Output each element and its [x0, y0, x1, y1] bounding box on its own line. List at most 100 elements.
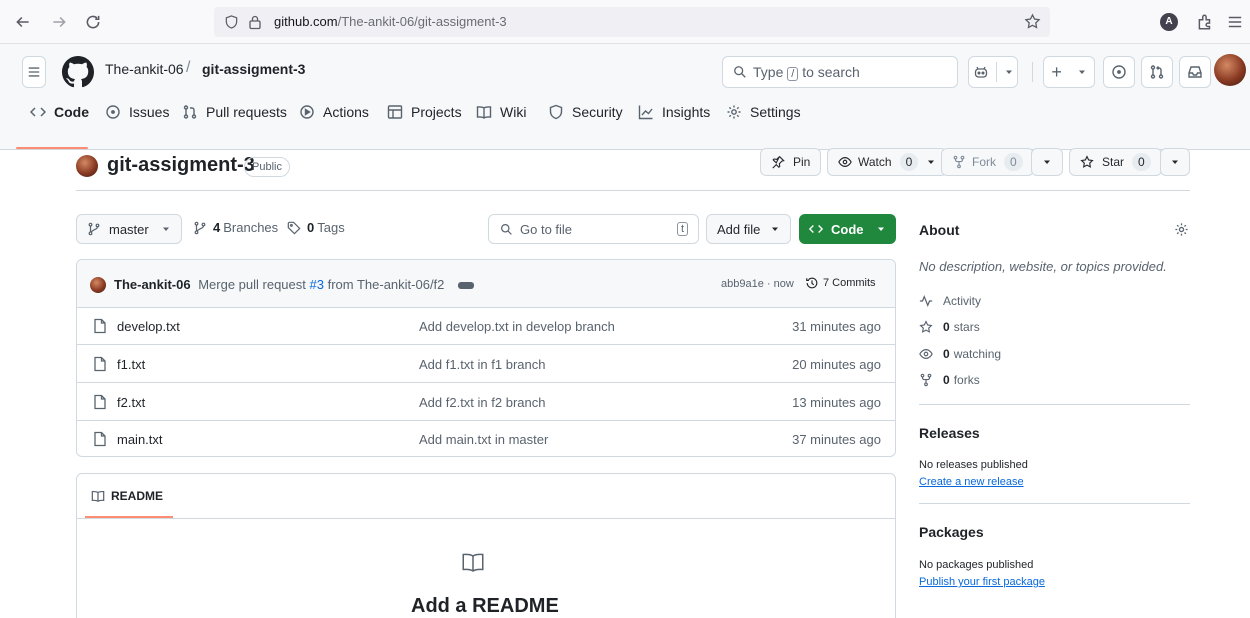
user-avatar[interactable]: [1214, 54, 1246, 86]
ellipsis-expand-icon[interactable]: [458, 282, 475, 290]
commits-link[interactable]: 7 Commits: [805, 276, 876, 290]
fork-dropdown-button[interactable]: [1031, 148, 1063, 176]
breadcrumb-separator: /: [186, 59, 191, 76]
fork-label: Fork: [972, 155, 996, 169]
commit-message-suffix[interactable]: from The-ankit-06/f2: [328, 277, 445, 292]
repo-title[interactable]: git-assigment-3: [107, 154, 255, 177]
menu-icon[interactable]: [1226, 13, 1244, 31]
chevron-down-icon: [1004, 67, 1014, 77]
tab-wiki[interactable]: Wiki: [476, 102, 526, 122]
file-commit-message[interactable]: Add f2.txt in f2 branch: [419, 395, 545, 410]
owner-link[interactable]: The-ankit-06: [105, 61, 184, 77]
forward-arrow-icon[interactable]: [50, 13, 68, 31]
star-button[interactable]: Star 0: [1069, 148, 1162, 176]
tab-pull-requests[interactable]: Pull requests: [182, 102, 287, 122]
chevron-down-icon: [1077, 67, 1087, 77]
pin-button[interactable]: Pin: [760, 148, 822, 176]
file-name[interactable]: develop.txt: [117, 319, 180, 334]
extensions-icon[interactable]: [1196, 13, 1214, 31]
branches-count: 4: [213, 220, 221, 235]
repo-link[interactable]: git-assigment-3: [202, 61, 305, 77]
forks-link[interactable]: 0 forks: [919, 373, 980, 387]
back-arrow-icon[interactable]: [14, 13, 32, 31]
file-row[interactable]: f1.txt Add f1.txt in f1 branch 20 minute…: [77, 346, 895, 383]
file-row[interactable]: main.txt Add main.txt in master 37 minut…: [77, 421, 895, 456]
tab-label: Settings: [750, 104, 801, 120]
search-shortcut-key: /: [787, 67, 799, 81]
chevron-down-icon: [1170, 157, 1180, 167]
watch-button[interactable]: Watch 0: [827, 148, 948, 176]
url-host: github.com: [274, 14, 338, 29]
inbox-icon: [1187, 64, 1203, 80]
address-bar[interactable]: github.com/The-ankit-06/git-assigment-3: [214, 7, 1050, 37]
fork-count: 0: [1004, 153, 1023, 171]
tags-link[interactable]: 0 Tags: [287, 220, 345, 235]
tags-count: 0: [307, 220, 315, 235]
file-commit-message[interactable]: Add main.txt in master: [419, 432, 548, 447]
releases-heading[interactable]: Releases: [919, 425, 980, 441]
file-commit-message[interactable]: Add f1.txt in f1 branch: [419, 357, 545, 372]
tab-code[interactable]: Code: [30, 102, 89, 122]
file-name[interactable]: main.txt: [117, 432, 163, 447]
add-file-button[interactable]: Add file: [706, 214, 792, 244]
issues-button[interactable]: [1103, 56, 1135, 88]
lock-icon[interactable]: [248, 14, 262, 30]
branch-icon: [193, 221, 207, 235]
file-name[interactable]: f2.txt: [117, 395, 145, 410]
eye-icon: [838, 155, 852, 169]
tab-settings[interactable]: Settings: [726, 102, 801, 122]
watching-link[interactable]: 0 watching: [919, 347, 1001, 361]
commit-author[interactable]: The-ankit-06: [114, 277, 191, 292]
pull-request-icon: [182, 104, 206, 120]
issue-icon: [1111, 64, 1127, 80]
tab-projects[interactable]: Projects: [387, 102, 462, 122]
packages-heading[interactable]: Packages: [919, 524, 984, 540]
stars-link[interactable]: 0 stars: [919, 320, 980, 334]
search-input[interactable]: Type / to search: [722, 56, 958, 88]
bookmark-star-icon[interactable]: [1024, 13, 1041, 30]
publish-package-link[interactable]: Publish your first package: [919, 576, 1045, 588]
add-readme-heading: Add a README: [411, 595, 559, 617]
go-to-file-input[interactable]: Go to file t: [488, 214, 699, 244]
file-commit-message[interactable]: Add develop.txt in develop branch: [419, 319, 615, 334]
code-button[interactable]: Code: [799, 214, 896, 244]
pull-requests-button[interactable]: [1141, 56, 1173, 88]
search-placeholder: Type / to search: [753, 64, 860, 81]
tags-label: Tags: [317, 220, 345, 235]
activity-link[interactable]: Activity: [919, 294, 981, 308]
tab-actions[interactable]: Actions: [299, 102, 369, 122]
file-row[interactable]: develop.txt Add develop.txt in develop b…: [77, 308, 895, 345]
branch-selector[interactable]: master: [76, 214, 182, 244]
commit-sha-time[interactable]: abb9a1e · now: [721, 278, 794, 290]
account-avatar[interactable]: A: [1160, 13, 1178, 31]
gear-icon[interactable]: [1174, 222, 1189, 237]
tab-insights[interactable]: Insights: [638, 102, 710, 122]
shield-icon[interactable]: [224, 14, 239, 30]
reload-icon[interactable]: [84, 13, 102, 31]
create-new-button[interactable]: +: [1043, 56, 1095, 88]
chevron-down-icon: [876, 224, 886, 234]
create-release-link[interactable]: Create a new release: [919, 476, 1024, 488]
commit-author-avatar[interactable]: [90, 277, 106, 293]
watch-count: 0: [899, 153, 919, 171]
repo-owner-avatar[interactable]: [76, 155, 98, 177]
pull-request-icon: [1149, 64, 1165, 80]
browser-toolbar: github.com/The-ankit-06/git-assigment-3 …: [0, 0, 1250, 44]
file-name[interactable]: f1.txt: [117, 357, 145, 372]
inbox-button[interactable]: [1179, 56, 1211, 88]
commit-message[interactable]: Merge pull request: [198, 277, 306, 292]
search-prefix: Type: [753, 64, 784, 80]
tab-security[interactable]: Security: [548, 102, 623, 122]
star-dropdown-button[interactable]: [1160, 148, 1190, 176]
file-icon: [93, 356, 107, 372]
branches-link[interactable]: 4 Branches: [193, 220, 278, 235]
readme-tab[interactable]: README: [91, 489, 163, 503]
hamburger-button[interactable]: [22, 56, 46, 88]
github-logo-icon[interactable]: [62, 56, 94, 88]
pr-link[interactable]: #3: [310, 277, 324, 292]
file-row[interactable]: f2.txt Add f2.txt in f2 branch 13 minute…: [77, 384, 895, 421]
tab-issues[interactable]: Issues: [105, 102, 169, 122]
copilot-button[interactable]: [968, 56, 1018, 88]
fork-button[interactable]: Fork 0: [941, 148, 1034, 176]
pin-icon: [771, 155, 785, 169]
